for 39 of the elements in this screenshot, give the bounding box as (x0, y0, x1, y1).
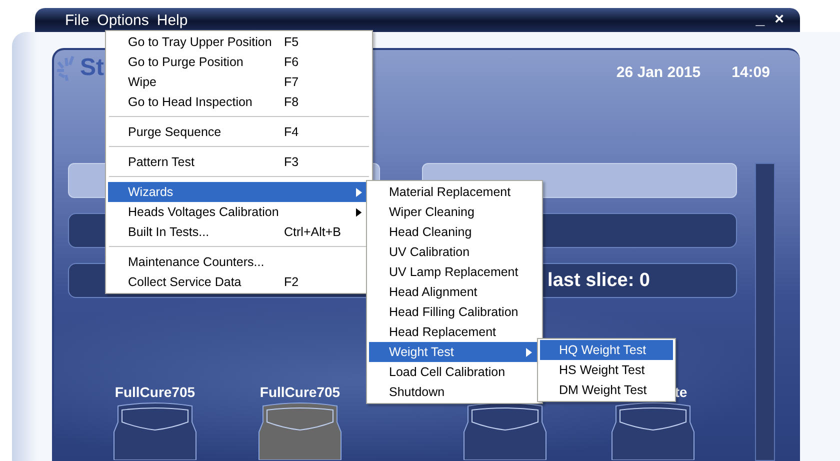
submenu-arrow-icon (526, 348, 532, 356)
menu-item[interactable]: Head Alignment (369, 282, 540, 302)
menu-item[interactable]: HS Weight Test (540, 360, 673, 380)
menu-bar-item[interactable]: Options (97, 12, 149, 28)
close-button[interactable]: × (770, 11, 788, 29)
menu-item[interactable]: Wipe F7 (108, 72, 370, 92)
menu-item[interactable]: Go to Tray Upper Position F5 (108, 32, 370, 52)
menu-item[interactable]: Heads Voltages Calibration (108, 202, 370, 222)
menu-item[interactable]: Go to Purge Position F6 (108, 52, 370, 72)
menu-item[interactable]: Wiper Cleaning (369, 202, 540, 222)
menu-item[interactable]: Collect Service Data F2 (108, 272, 370, 292)
menu-item[interactable]: Weight Test (369, 342, 540, 362)
menu-item[interactable]: Head Cleaning (369, 222, 540, 242)
cartridge-label: FullCure705 (114, 384, 196, 402)
menu-item[interactable]: Pattern Test F3 (108, 152, 370, 172)
minimize-button[interactable]: _ (752, 11, 769, 29)
menu-item[interactable]: DM Weight Test (540, 380, 673, 400)
menu-item[interactable]: Head Replacement (369, 322, 540, 342)
menu-item[interactable]: Purge Sequence F4 (108, 122, 370, 142)
menu-item[interactable]: Maintenance Counters... (108, 252, 370, 272)
submenu-arrow-icon (356, 208, 362, 216)
menu-item[interactable]: HQ Weight Test (540, 340, 673, 360)
logo-text: St (80, 54, 104, 82)
menu-item[interactable]: Load Cell Calibration (369, 362, 540, 382)
menu-item[interactable]: Head Filling Calibration (369, 302, 540, 322)
submenu-arrow-icon (356, 188, 362, 196)
date-text: 26 Jan 2015 (616, 64, 701, 81)
menu-item[interactable]: Built In Tests... Ctrl+Alt+B (108, 222, 370, 242)
cartridge-label: te (674, 384, 688, 402)
menu-item[interactable]: Go to Head Inspection F8 (108, 92, 370, 112)
menu-bar-item[interactable]: Help (156, 12, 188, 28)
time-text: 14:09 (732, 64, 770, 81)
menu-item[interactable]: UV Lamp Replacement (369, 262, 540, 282)
cartridge-label: FullCure705 (260, 384, 340, 402)
menu-item[interactable]: Shutdown (369, 382, 540, 402)
menu-bar-item[interactable]: File (65, 12, 90, 28)
menu-item[interactable]: Material Replacement (369, 182, 540, 202)
status-text: last slice: 0 (548, 270, 650, 292)
menu-item[interactable]: UV Calibration (369, 242, 540, 262)
